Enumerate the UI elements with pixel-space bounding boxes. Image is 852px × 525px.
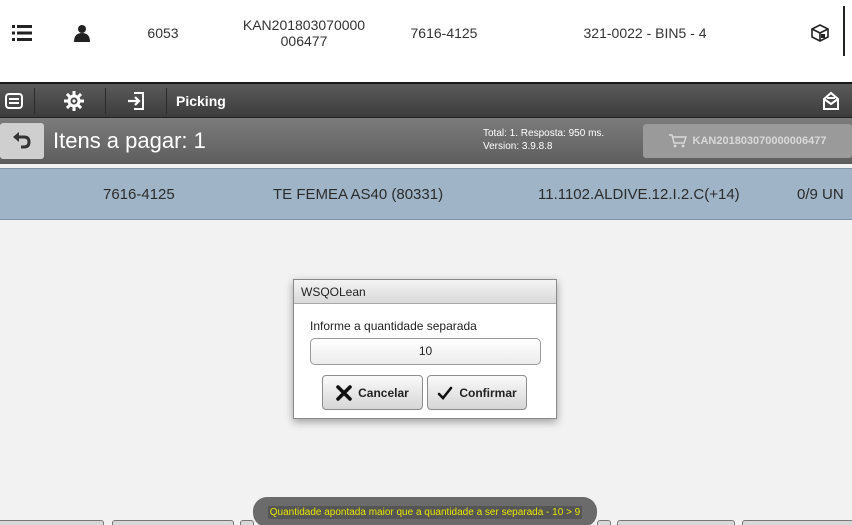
bottom-button[interactable] (112, 520, 234, 525)
bottom-button[interactable] (240, 520, 254, 525)
kan-button-label: KAN201803070000006477 (692, 135, 827, 147)
quantity-input[interactable]: 10 (310, 338, 541, 365)
stats-line: Total: 1. Resposta: 950 ms. (483, 128, 605, 139)
divider (105, 88, 106, 114)
check-icon (438, 386, 453, 400)
toolbar: Picking (0, 84, 852, 118)
toast-text: Quantidade apontada maior que a quantida… (267, 505, 583, 519)
divider (34, 88, 35, 114)
part-number: 7616-4125 (410, 25, 478, 41)
cart-icon (668, 134, 687, 148)
bottom-button-strip (0, 520, 852, 525)
back-button[interactable] (0, 123, 44, 159)
confirm-button[interactable]: Confirmar (427, 375, 527, 410)
subheader: Itens a pagar: 1 Total: 1. Resposta: 950… (0, 118, 852, 164)
kan-button[interactable]: KAN201803070000006477 (643, 124, 852, 158)
confirm-label: Confirmar (459, 385, 517, 400)
message-icon[interactable] (810, 84, 852, 118)
dialog-title: WSQOLean (294, 280, 556, 304)
bottom-button[interactable] (742, 520, 852, 525)
stats-info: Total: 1. Resposta: 950 ms. Version: 3.9… (483, 127, 604, 153)
divider (166, 88, 167, 114)
box-icon[interactable] (800, 0, 840, 66)
kan-code: KAN201803070000 006477 (242, 17, 366, 49)
gear-icon[interactable] (48, 84, 100, 118)
divider (843, 6, 845, 56)
bottom-button[interactable] (597, 520, 611, 525)
quantity-dialog: WSQOLean Informe a quantidade separada 1… (293, 279, 557, 419)
close-icon (336, 384, 352, 401)
cancel-button[interactable]: Cancelar (322, 375, 423, 410)
item-description: TE FEMEA AS40 (80331) (273, 186, 444, 203)
info-bar: 6053 KAN201803070000 006477 7616-4125 32… (0, 0, 852, 82)
version-line: Version: 3.9.8.8 (483, 141, 553, 152)
item-location: 11.1102.ALDIVE.12.I.2.C(+14) (538, 186, 740, 203)
toolbar-title: Picking (176, 93, 226, 109)
page-title: Itens a pagar: 1 (53, 128, 206, 153)
list-icon[interactable] (0, 0, 44, 66)
bottom-button[interactable] (0, 520, 104, 525)
list-item[interactable]: 7616-4125 TE FEMEA AS40 (80331) 11.1102.… (0, 168, 852, 220)
user-code: 6053 (147, 25, 179, 41)
menu-icon[interactable] (0, 84, 28, 118)
user-icon[interactable] (60, 0, 104, 66)
undo-icon (13, 132, 31, 149)
dialog-label: Informe a quantidade separada (310, 319, 477, 333)
login-icon[interactable] (110, 84, 162, 118)
cancel-label: Cancelar (358, 385, 409, 400)
location: 321-0022 - BIN5 - 4 (583, 25, 707, 41)
item-quantity: 0/9 UN (797, 186, 844, 203)
item-part: 7616-4125 (103, 186, 175, 203)
bottom-button[interactable] (617, 520, 735, 525)
